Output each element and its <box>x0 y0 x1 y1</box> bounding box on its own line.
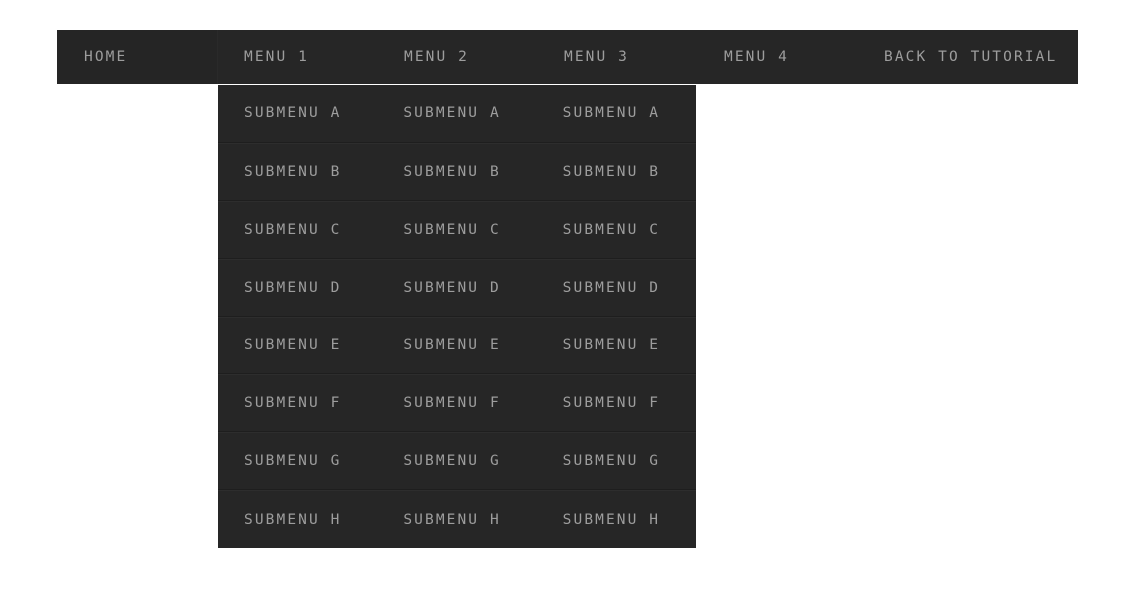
submenu-item-label: SUBMENU E <box>403 337 501 354</box>
submenu-item-menu3-f[interactable]: SUBMENU F <box>537 375 696 431</box>
submenu-item-label: SUBMENU B <box>403 163 501 180</box>
submenu-item-menu3-a[interactable]: SUBMENU A <box>537 85 696 142</box>
submenu-item-label: SUBMENU C <box>244 221 342 238</box>
submenu-row: SUBMENU F SUBMENU F SUBMENU F <box>218 374 696 433</box>
submenu-item-label: SUBMENU F <box>403 395 501 412</box>
nav-item-menu-3-label: MENU 3 <box>564 49 629 65</box>
submenu-item-label: SUBMENU B <box>244 163 342 180</box>
submenu-row: SUBMENU B SUBMENU B SUBMENU B <box>218 142 696 201</box>
nav-item-back-to-tutorial[interactable]: BACK TO TUTORIAL <box>858 30 1057 84</box>
submenu-item-label: SUBMENU A <box>562 105 661 122</box>
submenu-row: SUBMENU C SUBMENU C SUBMENU C <box>218 200 696 259</box>
submenu-item-label: SUBMENU A <box>403 105 501 122</box>
submenu-item-menu2-d[interactable]: SUBMENU D <box>377 260 536 316</box>
submenu-row: SUBMENU H SUBMENU H SUBMENU H <box>218 490 696 548</box>
submenu-item-label: SUBMENU H <box>244 511 342 528</box>
submenu-item-menu1-a[interactable]: SUBMENU A <box>218 85 377 142</box>
submenu-item-menu3-d[interactable]: SUBMENU D <box>537 260 696 316</box>
submenu-item-menu3-h[interactable]: SUBMENU H <box>537 491 696 548</box>
nav-item-back-to-tutorial-label: BACK TO TUTORIAL <box>884 49 1058 65</box>
nav-item-list: HOME MENU 1 MENU 2 MENU 3 MENU 4 BACK TO… <box>57 30 1078 84</box>
submenu-item-label: SUBMENU G <box>244 453 342 470</box>
submenu-item-label: SUBMENU C <box>562 221 661 238</box>
submenu-item-menu1-g[interactable]: SUBMENU G <box>218 433 377 489</box>
nav-item-home-label: HOME <box>84 49 128 65</box>
submenu-item-menu1-e[interactable]: SUBMENU E <box>218 318 377 374</box>
submenu-row: SUBMENU E SUBMENU E SUBMENU E <box>218 316 696 375</box>
submenu-item-menu3-g[interactable]: SUBMENU G <box>537 433 696 489</box>
nav-item-menu-1[interactable]: MENU 1 <box>218 30 309 84</box>
submenu-item-menu1-b[interactable]: SUBMENU B <box>218 144 377 200</box>
submenu-item-label: SUBMENU D <box>244 279 342 296</box>
submenu-item-label: SUBMENU F <box>244 395 342 412</box>
submenu-item-menu2-g[interactable]: SUBMENU G <box>377 433 536 489</box>
submenu-item-label: SUBMENU A <box>244 105 342 122</box>
submenu-item-menu1-d[interactable]: SUBMENU D <box>218 260 377 316</box>
submenu-item-label: SUBMENU E <box>244 337 342 354</box>
submenu-dropdown-panel: SUBMENU A SUBMENU A SUBMENU A SUBMENU B … <box>218 85 696 548</box>
submenu-item-label: SUBMENU H <box>403 511 501 528</box>
submenu-item-menu1-f[interactable]: SUBMENU F <box>218 375 377 431</box>
submenu-item-menu3-c[interactable]: SUBMENU C <box>537 202 696 258</box>
nav-item-menu-1-label: MENU 1 <box>244 49 309 65</box>
submenu-item-label: SUBMENU D <box>403 279 501 296</box>
top-navigation-bar: HOME MENU 1 MENU 2 MENU 3 MENU 4 BACK TO… <box>57 30 1078 84</box>
submenu-item-menu1-c[interactable]: SUBMENU C <box>218 202 377 258</box>
submenu-item-menu1-h[interactable]: SUBMENU H <box>218 491 377 548</box>
nav-item-menu-4-label: MENU 4 <box>724 49 789 65</box>
submenu-item-label: SUBMENU C <box>403 221 501 238</box>
submenu-item-menu2-f[interactable]: SUBMENU F <box>377 375 536 431</box>
submenu-item-menu2-c[interactable]: SUBMENU C <box>377 202 536 258</box>
submenu-item-label: SUBMENU G <box>562 453 661 470</box>
submenu-item-label: SUBMENU B <box>562 163 661 180</box>
submenu-item-label: SUBMENU F <box>562 395 661 412</box>
submenu-item-menu2-b[interactable]: SUBMENU B <box>377 144 536 200</box>
page-root: HOME MENU 1 MENU 2 MENU 3 MENU 4 BACK TO… <box>0 0 1135 597</box>
nav-item-menu-2-label: MENU 2 <box>404 49 469 65</box>
submenu-item-menu2-a[interactable]: SUBMENU A <box>377 85 536 142</box>
submenu-row: SUBMENU D SUBMENU D SUBMENU D <box>218 258 696 317</box>
submenu-item-menu3-e[interactable]: SUBMENU E <box>537 318 696 374</box>
submenu-row: SUBMENU A SUBMENU A SUBMENU A <box>218 85 696 143</box>
submenu-item-label: SUBMENU D <box>562 279 661 296</box>
submenu-item-label: SUBMENU G <box>403 453 501 470</box>
nav-item-menu-4[interactable]: MENU 4 <box>698 30 789 84</box>
submenu-item-menu2-e[interactable]: SUBMENU E <box>377 318 536 374</box>
submenu-item-label: SUBMENU H <box>562 511 661 528</box>
nav-item-menu-3[interactable]: MENU 3 <box>538 30 629 84</box>
submenu-row: SUBMENU G SUBMENU G SUBMENU G <box>218 432 696 491</box>
submenu-item-menu3-b[interactable]: SUBMENU B <box>537 144 696 200</box>
nav-item-home[interactable]: HOME <box>57 30 218 84</box>
nav-item-menu-2[interactable]: MENU 2 <box>378 30 469 84</box>
submenu-item-menu2-h[interactable]: SUBMENU H <box>377 491 536 548</box>
submenu-item-label: SUBMENU E <box>562 337 661 354</box>
